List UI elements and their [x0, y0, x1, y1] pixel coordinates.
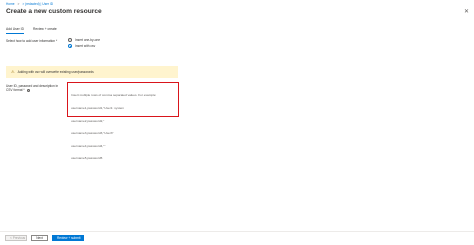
- breadcrumb-resource-link[interactable]: > (redacted) | User ID: [22, 2, 53, 7]
- breadcrumb: Home > > (redacted) | User ID: [6, 2, 53, 7]
- warning-icon: ⚠: [11, 69, 15, 74]
- placeholder-line: username5,password5: [71, 156, 103, 161]
- tab-add-user-id[interactable]: Add User ID: [6, 27, 24, 34]
- placeholder-line: username1,password1,"User1: system: [71, 106, 125, 111]
- wizard-tabs: Add User ID Review + create: [6, 27, 57, 34]
- radio-selected-icon: [68, 44, 72, 48]
- breadcrumb-separator: >: [17, 2, 20, 6]
- next-button[interactable]: Next: [31, 235, 48, 241]
- breadcrumb-home-link[interactable]: Home: [6, 2, 15, 7]
- radio-label: Insert one-by-one: [75, 38, 100, 42]
- csv-placeholder: Insert multiple rows of comma separated …: [71, 85, 175, 169]
- placeholder-line: username4,password4,"": [71, 143, 106, 148]
- radio-circle-icon: [68, 38, 72, 42]
- radio-insert-one-by-one[interactable]: Insert one-by-one: [68, 38, 100, 42]
- overwrite-warning-banner: ⚠ Adding with csv will overwrite existin…: [6, 66, 178, 78]
- placeholder-line: username2,password2,": [71, 118, 105, 123]
- wizard-footer: < Previous Next Review + submit: [5, 235, 84, 241]
- previous-button[interactable]: < Previous: [5, 235, 27, 241]
- placeholder-line: username3,password3,"User3": [71, 131, 114, 136]
- radio-label: Insert with csv: [75, 44, 96, 48]
- csv-label-text: User ID, password and description in CSV…: [6, 84, 59, 93]
- footer-divider: [0, 231, 474, 232]
- csv-input-label: User ID, password and description in CSV…: [6, 84, 64, 92]
- add-method-radio-group: Insert one-by-one Insert with csv: [68, 38, 100, 48]
- radio-insert-with-csv[interactable]: Insert with csv: [68, 44, 100, 48]
- close-icon[interactable]: ✕: [464, 9, 469, 15]
- placeholder-line: Insert multiple rows of comma separated …: [71, 93, 157, 98]
- warning-text: Adding with csv will overwrite existing …: [17, 70, 94, 74]
- add-method-label: Select how to add user information *: [6, 39, 58, 43]
- review-submit-button[interactable]: Review + submit: [52, 235, 84, 241]
- page-title: Create a new custom resource: [6, 8, 102, 15]
- info-icon[interactable]: i: [26, 88, 30, 93]
- tab-review-create[interactable]: Review + create: [33, 27, 57, 34]
- csv-textarea[interactable]: Insert multiple rows of comma separated …: [67, 82, 179, 160]
